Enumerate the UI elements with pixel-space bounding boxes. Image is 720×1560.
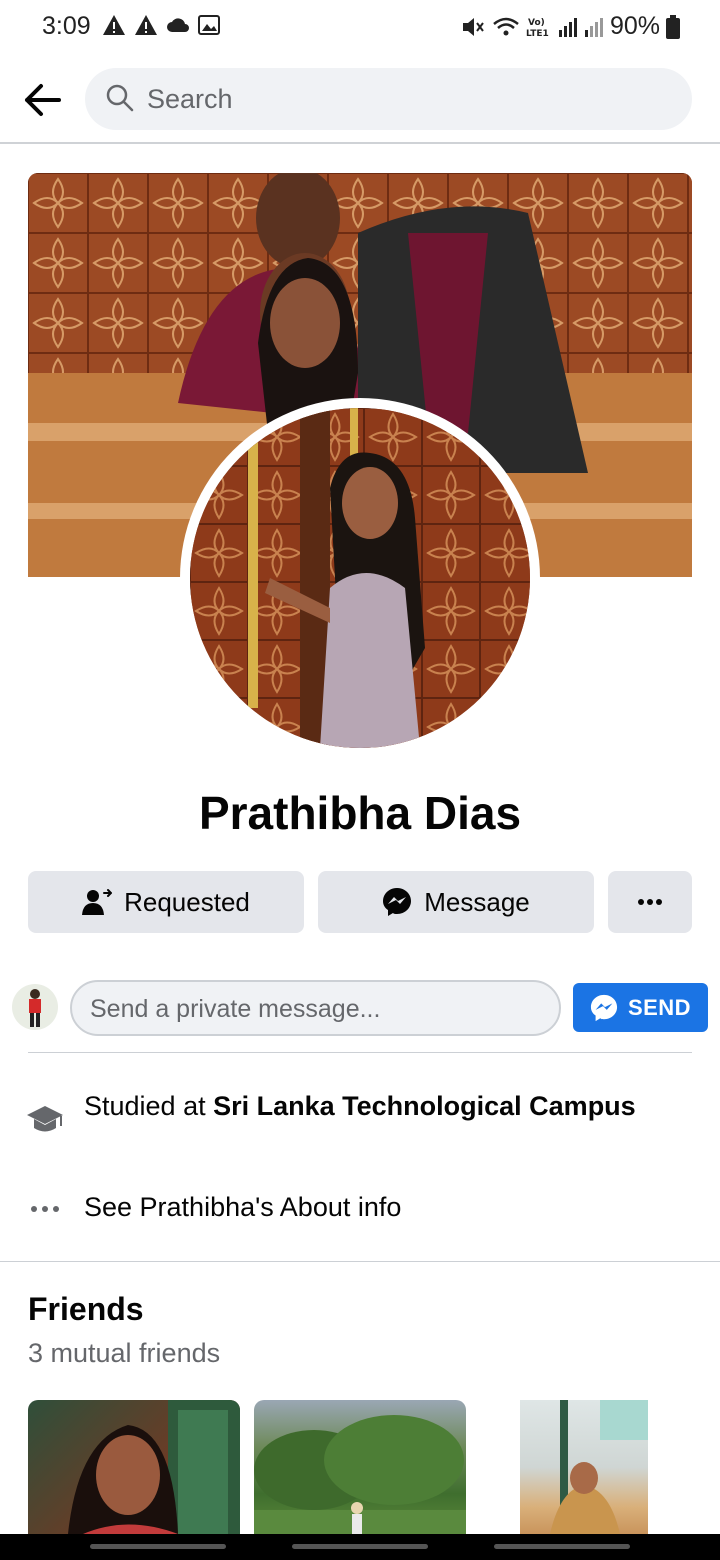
friend-request-sent-icon [82,889,113,915]
profile-picture-image [190,408,530,748]
friend-photo [550,1400,648,1534]
messenger-icon [590,994,618,1021]
notification-icons [102,14,220,36]
profile-name: Prathibha Dias [198,787,522,839]
send-button[interactable]: SEND [573,983,708,1032]
battery-percent: 90% [609,12,660,40]
more-options-button[interactable] [608,871,692,933]
signal-icon [558,17,577,37]
friend-photo [68,1400,240,1534]
friend-card[interactable] [520,1400,648,1534]
volte-icon: Vo)LTE1 [526,18,549,39]
search-placeholder: Search [147,84,233,114]
system-indicators: Vo) LTE1 90% [460,12,680,41]
mutual-friends-count[interactable]: 3 mutual friends [28,1338,220,1369]
education-prefix: Studied at [84,1091,214,1121]
more-dots-icon [31,1206,59,1212]
svg-text:LTE1: LTE1 [526,29,549,39]
warning-icon [135,15,157,35]
signal-icon [584,17,603,37]
friend-photo [254,1415,466,1534]
friends-title: Friends [28,1291,144,1327]
nav-home-button[interactable] [292,1544,428,1549]
requested-button[interactable]: Requested [28,871,304,933]
cloud-icon [167,18,189,32]
battery-icon [666,14,680,39]
nav-recent-button[interactable] [90,1544,226,1549]
arrow-left-icon [25,84,61,116]
svg-text:Vo): Vo) [528,18,545,28]
requested-button-label: Requested [124,886,250,917]
education-school[interactable]: Sri Lanka Technological Campus [213,1091,636,1121]
friend-card[interactable] [28,1400,240,1534]
back-button[interactable] [18,76,66,124]
search-input[interactable]: Search [85,68,692,130]
private-message-placeholder: Send a private message... [90,995,381,1023]
message-button[interactable]: Message [318,871,594,933]
image-icon [198,15,220,35]
graduation-cap-icon [27,1106,63,1132]
mute-icon [462,17,484,36]
status-bar: 3:09 Vo) LTE1 90% [0,0,720,56]
profile-picture[interactable] [180,398,540,758]
my-avatar-image [29,989,41,1027]
message-button-label: Message [424,886,530,917]
my-avatar [12,984,58,1030]
wifi-icon [493,17,519,35]
messenger-icon [383,888,412,916]
search-icon [106,84,134,112]
private-message-input[interactable]: Send a private message... [70,980,561,1036]
send-button-label: SEND [627,994,692,1020]
section-divider [0,1261,720,1262]
friend-card[interactable] [254,1400,466,1534]
system-navigation-bar [0,1534,720,1560]
top-bar: Search [0,56,720,144]
warning-icon [103,15,125,35]
nav-back-button[interactable] [494,1544,630,1549]
education-info: Studied at Sri Lanka Technological Campu… [84,1089,684,1124]
divider [28,1052,692,1053]
profile-photo-art [190,408,530,748]
status-time: 3:09 [42,12,91,40]
see-about-info-link[interactable]: See Prathibha's About info [84,1192,401,1223]
more-dots-icon [638,899,662,905]
